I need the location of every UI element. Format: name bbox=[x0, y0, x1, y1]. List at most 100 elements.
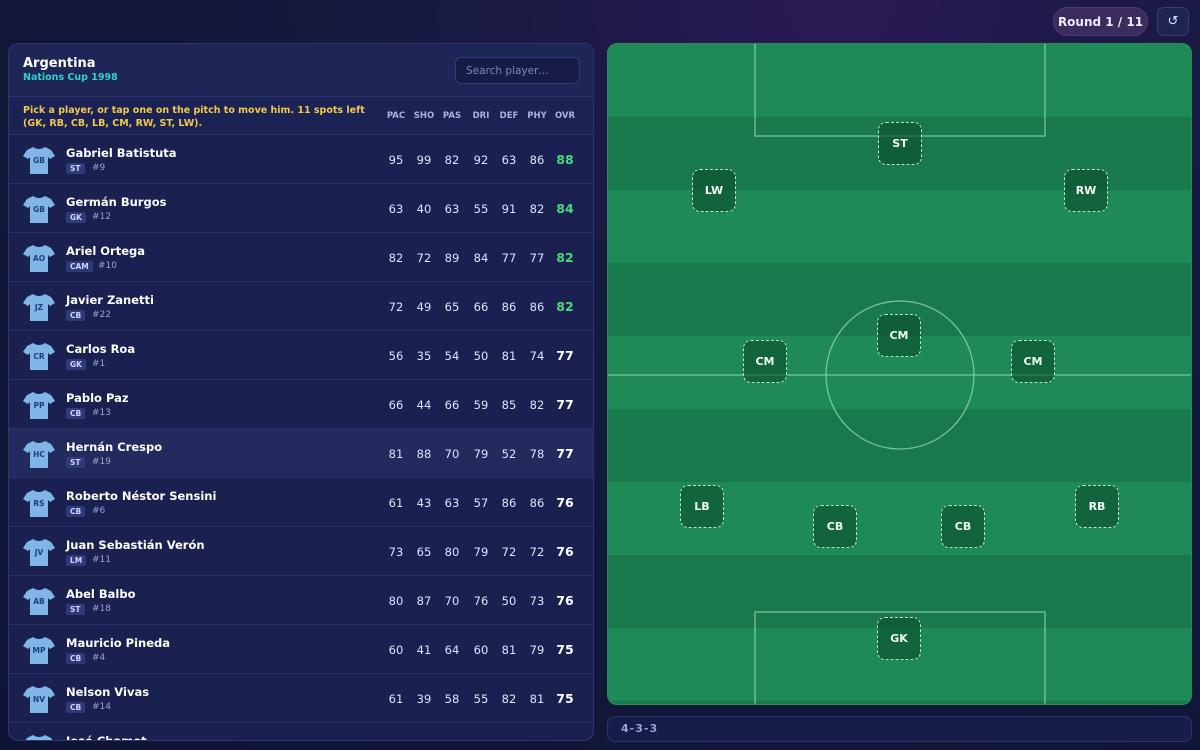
shirt-number: #9 bbox=[92, 163, 106, 173]
player-name: Hernán Crespo bbox=[66, 440, 163, 454]
position-badge: CB bbox=[66, 702, 86, 713]
overall-rating: 76 bbox=[556, 593, 574, 608]
jersey-initials: HC bbox=[33, 450, 45, 459]
stat-phy: 78 bbox=[529, 447, 545, 461]
player-name: Pablo Paz bbox=[66, 391, 129, 405]
stat-phy: 86 bbox=[529, 300, 545, 314]
reset-icon[interactable]: ↺ bbox=[1157, 7, 1189, 36]
player-row[interactable]: MP Mauricio Pineda CB #4 60 41 64 60 81 79 75 bbox=[9, 625, 593, 674]
stat-phy: 79 bbox=[529, 643, 545, 657]
overall-rating: 77 bbox=[556, 397, 574, 412]
jersey-initials: CR bbox=[33, 352, 45, 361]
search-input[interactable] bbox=[455, 57, 580, 84]
stat-pac: 63 bbox=[388, 202, 404, 216]
player-row[interactable]: JC José Chamot bbox=[9, 723, 593, 740]
jersey-icon: NV bbox=[23, 684, 55, 714]
position-badge: CB bbox=[66, 408, 86, 419]
player-name: Abel Balbo bbox=[66, 587, 136, 601]
jersey-icon: PP bbox=[23, 390, 55, 420]
jersey-icon: MP bbox=[23, 635, 55, 665]
position-badge: LM bbox=[66, 555, 87, 566]
player-row[interactable]: AO Ariel Ortega CAM #10 82 72 89 84 77 77 82 bbox=[9, 233, 593, 282]
panel-header: Argentina Nations Cup 1998 bbox=[9, 44, 593, 97]
jersey-initials: GB bbox=[33, 156, 45, 165]
stat-phy: 81 bbox=[529, 692, 545, 706]
pitch-slot-lb[interactable]: LB bbox=[680, 485, 724, 528]
stat-dri: 50 bbox=[473, 349, 489, 363]
jersey-icon: JV bbox=[23, 537, 55, 567]
stat-pac: 95 bbox=[388, 153, 404, 167]
pitch-slot-rw[interactable]: RW bbox=[1064, 169, 1108, 212]
overall-rating: 88 bbox=[556, 152, 574, 167]
position-badge: ST bbox=[66, 163, 85, 174]
player-list: GB Gabriel Batistuta ST #9 95 99 82 92 63 86 88 GB G… bbox=[9, 135, 593, 740]
pitch-slot-cm[interactable]: CM bbox=[877, 314, 921, 357]
shirt-number: #11 bbox=[92, 555, 111, 565]
stat-pac: 61 bbox=[388, 692, 404, 706]
player-row[interactable]: PP Pablo Paz CB #13 66 44 66 59 85 82 77 bbox=[9, 380, 593, 429]
stat-pac: 80 bbox=[388, 594, 404, 608]
stat-pac: 72 bbox=[388, 300, 404, 314]
stat-pas: 58 bbox=[444, 692, 460, 706]
stat-phy: 82 bbox=[529, 202, 545, 216]
jersey-initials: AB bbox=[33, 597, 45, 606]
shirt-number: #18 bbox=[92, 604, 111, 614]
player-row[interactable]: GB Germán Burgos GK #12 63 40 63 55 91 82 84 bbox=[9, 184, 593, 233]
pitch-slot-gk[interactable]: GK bbox=[877, 617, 921, 660]
position-badge: CB bbox=[66, 653, 86, 664]
stat-def: 50 bbox=[501, 594, 517, 608]
stat-def: 86 bbox=[501, 496, 517, 510]
player-name: Nelson Vivas bbox=[66, 685, 150, 699]
player-row[interactable]: CR Carlos Roa GK #1 56 35 54 50 81 74 77 bbox=[9, 331, 593, 380]
position-badge: GK bbox=[66, 359, 86, 370]
stat-dri: 66 bbox=[473, 300, 489, 314]
player-row[interactable]: HC Hernán Crespo ST #19 81 88 70 79 52 78 77 bbox=[9, 429, 593, 478]
jersey-initials: GB bbox=[33, 205, 45, 214]
jersey-icon: AO bbox=[23, 243, 55, 273]
player-row[interactable]: AB Abel Balbo ST #18 80 87 70 76 50 73 76 bbox=[9, 576, 593, 625]
shirt-number: #19 bbox=[92, 457, 111, 467]
jersey-icon: JZ bbox=[23, 292, 55, 322]
round-indicator: Round 1 / 11 bbox=[1053, 7, 1148, 36]
player-name: Gabriel Batistuta bbox=[66, 146, 177, 160]
pitch-slot-lw[interactable]: LW bbox=[692, 169, 736, 212]
overall-rating: 75 bbox=[556, 642, 574, 657]
pitch-slot-rb[interactable]: RB bbox=[1075, 485, 1119, 528]
player-row[interactable]: JV Juan Sebastián Verón LM #11 73 65 80 79 72 72 7… bbox=[9, 527, 593, 576]
stat-sho: 43 bbox=[416, 496, 432, 510]
stat-pas: 65 bbox=[444, 300, 460, 314]
player-row[interactable]: NV Nelson Vivas CB #14 61 39 58 55 82 81 75 bbox=[9, 674, 593, 723]
player-name: Ariel Ortega bbox=[66, 244, 145, 258]
player-list-panel: Argentina Nations Cup 1998 Pick a player… bbox=[8, 43, 594, 741]
player-row[interactable]: JZ Javier Zanetti CB #22 72 49 65 66 86 86 82 bbox=[9, 282, 593, 331]
pitch-slot-cm[interactable]: CM bbox=[743, 340, 787, 383]
player-row[interactable]: GB Gabriel Batistuta ST #9 95 99 82 92 63 86 88 bbox=[9, 135, 593, 184]
stat-dri: 60 bbox=[473, 643, 489, 657]
player-row[interactable]: RS Roberto Néstor Sensini CB #6 61 43 63 57 86 86… bbox=[9, 478, 593, 527]
stat-dri: 92 bbox=[473, 153, 489, 167]
pitch-slot-cm[interactable]: CM bbox=[1011, 340, 1055, 383]
stat-def: 81 bbox=[501, 643, 517, 657]
stat-pac: 81 bbox=[388, 447, 404, 461]
shirt-number: #4 bbox=[92, 653, 106, 663]
stat-sho: 44 bbox=[416, 398, 432, 412]
column-header-dri: DRI bbox=[472, 111, 490, 121]
stat-phy: 72 bbox=[529, 545, 545, 559]
overall-rating: 75 bbox=[556, 691, 574, 706]
jersey-icon: JC bbox=[23, 733, 55, 740]
stat-dri: 79 bbox=[473, 447, 489, 461]
competition-name: Nations Cup 1998 bbox=[23, 72, 118, 83]
stat-phy: 74 bbox=[529, 349, 545, 363]
pitch-slot-cb[interactable]: CB bbox=[941, 505, 985, 548]
pitch-slot-cb[interactable]: CB bbox=[813, 505, 857, 548]
stat-def: 81 bbox=[501, 349, 517, 363]
pitch-slot-st[interactable]: ST bbox=[878, 122, 922, 165]
jersey-initials: RS bbox=[33, 499, 45, 508]
stat-pac: 56 bbox=[388, 349, 404, 363]
shirt-number: #6 bbox=[92, 506, 106, 516]
column-header-def: DEF bbox=[499, 111, 519, 121]
stat-pas: 63 bbox=[444, 202, 460, 216]
shirt-number: #13 bbox=[92, 408, 111, 418]
stat-pas: 66 bbox=[444, 398, 460, 412]
stat-pas: 70 bbox=[444, 447, 460, 461]
